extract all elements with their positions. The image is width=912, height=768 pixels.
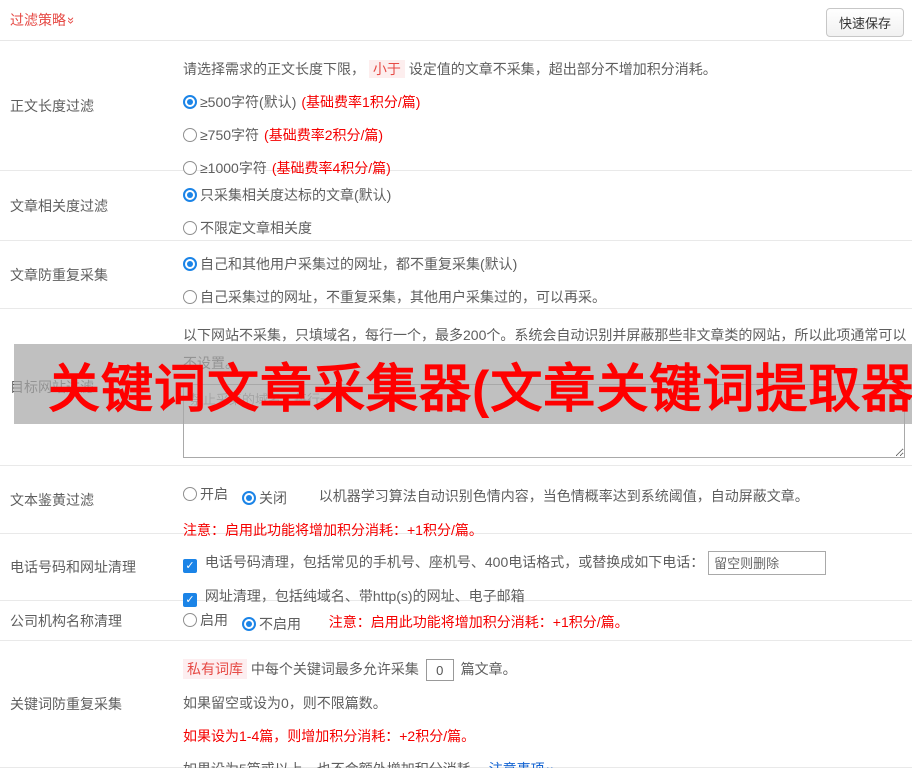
radio-option[interactable]: ≥750字符 (基础费率2积分/篇) [183,124,904,146]
company-clean-note: 注意：启用此功能将增加积分消耗：+1积分/篇。 [328,614,629,630]
radio-unselected-icon[interactable] [183,487,197,501]
keyword-note-line3: 如果设为1-4篇，则增加积分消耗：+2积分/篇。 [183,728,476,745]
phone-url-label: 电话号码和网址清理 [10,559,136,575]
radio-option-label: 不启用 [259,616,301,632]
blocked-domains-textarea[interactable] [183,384,905,458]
radio-option-label: 启用 [200,612,228,628]
row-article-dedup: 文章防重复采集 自己和其他用户采集过的网址，都不重复采集(默认) 自己采集过的网址… [0,241,912,309]
radio-option[interactable]: 开启 [183,483,228,505]
radio-option-label: 自己采集过的网址，不重复采集，其他用户采集过的，可以再采。 [200,289,606,305]
company-clean-content: 启用 不启用 注意：启用此功能将增加积分消耗：+1积分/篇。 [183,601,912,640]
radio-option-label: 只采集相关度达标的文章(默认) [200,187,392,203]
radio-option[interactable]: 启用 [183,609,228,631]
radio-selected-icon[interactable] [183,257,197,271]
private-lexicon-badge: 私有词库 [183,659,247,679]
keyword-limit-tail: 篇文章。 [460,661,517,677]
radio-option-label: ≥500字符(默认) [200,94,297,110]
radio-option-label: ≥750字符 [200,127,260,143]
phone-clean-checkbox[interactable]: ✓ [183,559,197,573]
article-dedup-label: 文章防重复采集 [10,266,108,283]
target-site-desc: 以下网站不采集，只填域名，每行一个，最多200个。系统会自动识别并屏蔽那些非文章… [183,327,907,371]
phone-clean-label: 电话号码清理，包括常见的手机号、座机号、400电话格式，或替换成如下电话： [204,554,705,570]
radio-unselected-icon[interactable] [183,128,197,142]
row-phone-url-clean: 电话号码和网址清理 ✓ 电话号码清理，包括常见的手机号、座机号、400电话格式，… [0,534,912,608]
length-radio-group: ≥500字符(默认) (基础费率1积分/篇) ≥750字符 (基础费率2积分/篇) ≥1… [183,91,904,179]
radio-selected-icon[interactable] [242,491,256,505]
porn-filter-desc: 以机器学习算法自动识别色情内容，当色情概率达到系统阈值，自动屏蔽文章。 [318,488,809,504]
row-target-site-filter: 目标网站过滤 以下网站不采集，只填域名，每行一个，最多200个。系统会自动识别并… [0,309,912,466]
notes-link-text: 注意事项 [489,761,545,768]
radio-selected-icon[interactable] [183,188,197,202]
radio-option[interactable]: 不限定文章相关度 [183,217,904,239]
radio-unselected-icon[interactable] [183,613,197,627]
chevron-down-icon: » [64,16,80,25]
company-clean-label: 公司机构名称清理 [10,612,122,629]
porn-filter-label: 文本鉴黄过滤 [10,491,94,508]
radio-unselected-icon[interactable] [183,290,197,304]
radio-selected-icon[interactable] [183,95,197,109]
intro-after: 设定值的文章不采集，超出部分不增加积分消耗。 [408,61,717,77]
length-filter-label: 正文长度过滤 [10,97,94,114]
intro-highlight: 小于 [368,60,405,78]
radio-option-cost-note: (基础费率1积分/篇) [301,94,421,110]
radio-unselected-icon[interactable] [183,221,197,235]
dedup-radio-group: 自己和其他用户采集过的网址，都不重复采集(默认) 自己采集过的网址，不重复采集，其… [183,253,904,308]
article-count-input[interactable] [425,659,454,682]
porn-radio-group: 开启 关闭 [183,486,301,506]
row-keyword-dedup: 关键词防重复采集 私有词库 中每个关键词最多允许采集 篇文章。 如果留空或设为0… [0,641,912,768]
intro-before: 请选择需求的正文长度下限， [183,61,365,77]
radio-option-cost-note: (基础费率2积分/篇) [264,127,384,143]
phone-clean-line: ✓ 电话号码清理，包括常见的手机号、座机号、400电话格式，或替换成如下电话： [183,550,904,576]
target-site-content: 以下网站不采集，只填域名，每行一个，最多200个。系统会自动识别并屏蔽那些非文章… [183,309,912,465]
radio-option[interactable]: ≥500字符(默认) (基础费率1积分/篇) [183,91,904,113]
radio-option-label: 不限定文章相关度 [200,220,312,236]
row-porn-filter: 文本鉴黄过滤 开启 关闭 以机器学习算法自动识别色情内容，当色情概率达到系统阈值，… [0,466,912,538]
radio-option[interactable]: 关闭 [242,487,287,509]
row-length-filter: 正文长度过滤 请选择需求的正文长度下限， 小于 设定值的文章不采集，超出部分不增… [0,41,912,176]
length-filter-intro: 请选择需求的正文长度下限， 小于 设定值的文章不采集，超出部分不增加积分消耗。 [183,58,904,80]
keyword-limit-line: 私有词库 中每个关键词最多允许采集 篇文章。 [183,658,904,682]
porn-filter-options-line: 开启 关闭 以机器学习算法自动识别色情内容，当色情概率达到系统阈值，自动屏蔽文章。 [183,483,904,509]
keyword-dedup-label: 关键词防重复采集 [10,696,122,712]
replacement-phone-input[interactable] [708,551,827,576]
company-radio-group: 启用 不启用 [183,612,315,632]
radio-option-label: 开启 [200,486,228,502]
target-site-label: 目标网站过滤 [10,379,94,395]
row-company-clean: 公司机构名称清理 启用 不启用 注意：启用此功能将增加积分消耗：+1积分/篇。 [0,601,912,641]
row-relevance-filter: 文章相关度过滤 只采集相关度达标的文章(默认) 不限定文章相关度 [0,171,912,241]
article-dedup-content: 自己和其他用户采集过的网址，都不重复采集(默认) 自己采集过的网址，不重复采集，其… [183,241,912,308]
length-filter-content: 请选择需求的正文长度下限， 小于 设定值的文章不采集，超出部分不增加积分消耗。 … [183,41,912,176]
radio-selected-icon[interactable] [242,617,256,631]
radio-option[interactable]: 自己和其他用户采集过的网址，都不重复采集(默认) [183,253,904,275]
radio-option-label: 自己和其他用户采集过的网址，都不重复采集(默认) [200,256,518,272]
phone-url-content: ✓ 电话号码清理，包括常见的手机号、座机号、400电话格式，或替换成如下电话： … [183,534,912,608]
keyword-note-line2: 如果留空或设为0，则不限篇数。 [183,695,387,712]
top-bar: 过滤策略» 快速保存 [0,0,912,41]
radio-option-label: 关闭 [259,490,287,506]
keyword-dedup-content: 私有词库 中每个关键词最多允许采集 篇文章。 如果留空或设为0，则不限篇数。 如… [183,641,912,768]
keyword-limit-text: 中每个关键词最多允许采集 [250,661,419,677]
radio-option[interactable]: 不启用 [242,613,301,635]
relevance-filter-label: 文章相关度过滤 [10,197,108,214]
relevance-filter-content: 只采集相关度达标的文章(默认) 不限定文章相关度 [183,171,912,240]
keyword-note-line4: 如果设为5篇或以上，也不会额外增加积分消耗。 注意事项» [183,758,904,768]
relevance-radio-group: 只采集相关度达标的文章(默认) 不限定文章相关度 [183,184,904,239]
notes-link[interactable]: 注意事项» [489,761,557,768]
keyword-note-text: 如果设为5篇或以上，也不会额外增加积分消耗。 [183,761,485,768]
quick-save-button[interactable]: 快速保存 [825,8,904,37]
radio-option[interactable]: 自己采集过的网址，不重复采集，其他用户采集过的，可以再采。 [183,286,904,308]
page-title[interactable]: 过滤策略» [10,0,79,41]
radio-option[interactable]: 只采集相关度达标的文章(默认) [183,184,904,206]
porn-filter-content: 开启 关闭 以机器学习算法自动识别色情内容，当色情概率达到系统阈值，自动屏蔽文章。… [183,466,912,538]
